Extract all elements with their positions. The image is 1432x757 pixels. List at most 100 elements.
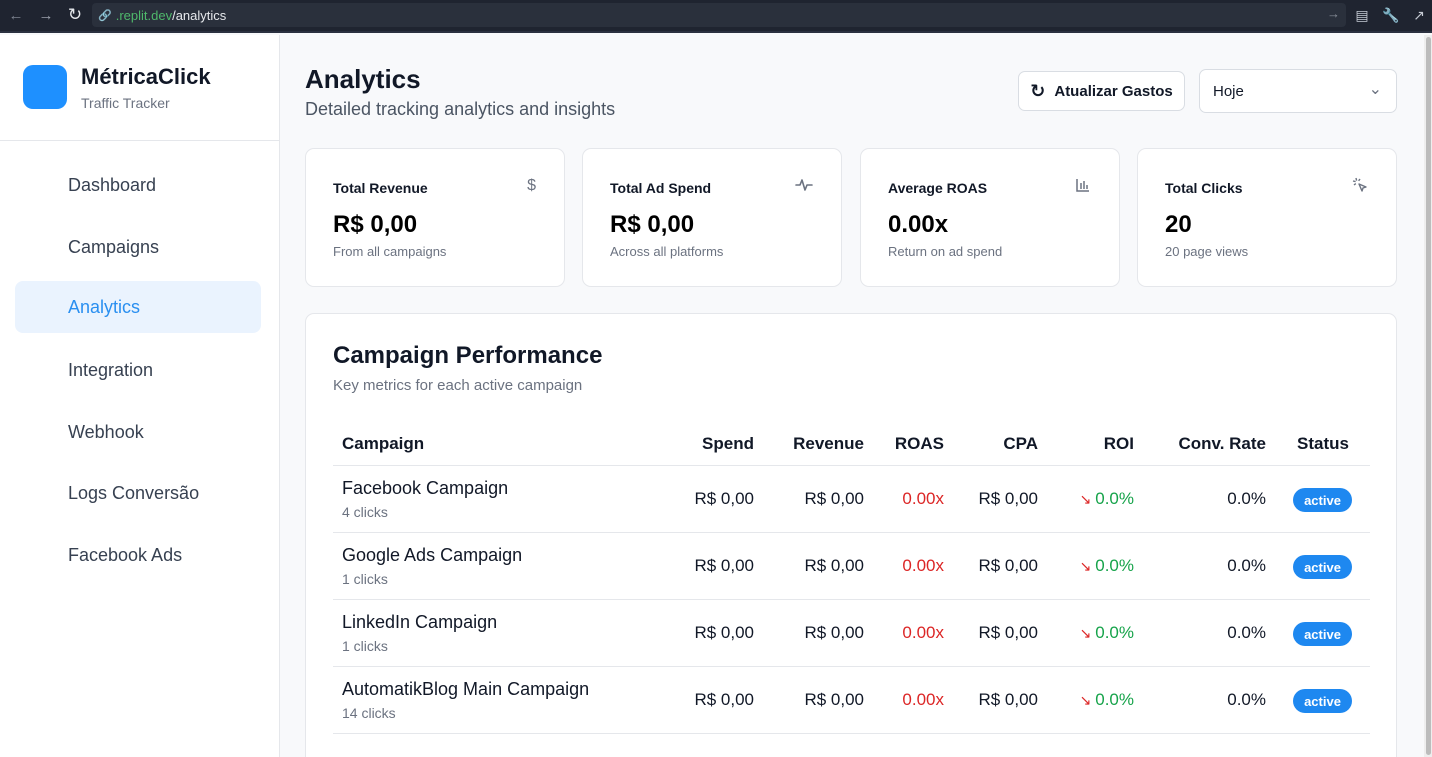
roi-cell: ↘ 0.0% xyxy=(1080,690,1134,710)
cpa-value: R$ 0,00 xyxy=(978,690,1038,709)
column-header-status: Status xyxy=(1297,434,1349,453)
roi-cell: ↘ 0.0% xyxy=(1080,489,1134,509)
table-row[interactable]: Google Ads Campaign 1 clicks R$ 0,00 R$ … xyxy=(333,533,1370,600)
campaign-name: AutomatikBlog Main Campaign xyxy=(342,679,590,699)
column-header-campaign: Campaign xyxy=(342,434,425,453)
trending-down-icon: ↘ xyxy=(1079,692,1092,708)
revenue-value: R$ 0,00 xyxy=(804,489,864,508)
trending-down-icon: ↘ xyxy=(1079,491,1092,507)
sidebar-item-campaigns[interactable]: Campaigns xyxy=(15,221,261,273)
activity-icon xyxy=(795,177,813,198)
address-bar[interactable]: 🔗 .replit.dev/analytics → xyxy=(92,3,1346,27)
table-row[interactable]: Facebook Campaign 4 clicks R$ 0,00 R$ 0,… xyxy=(333,466,1370,533)
period-select[interactable]: Hoje ⌄ xyxy=(1199,69,1397,113)
column-header-cpa: CPA xyxy=(1003,434,1038,453)
campaign-name: Facebook Campaign xyxy=(342,478,509,498)
roi-value: 0.0% xyxy=(1095,690,1134,709)
roas-value: 0.00x xyxy=(902,690,944,709)
stat-description: From all campaigns xyxy=(333,244,447,259)
scrollbar-thumb[interactable] xyxy=(1426,37,1431,755)
stat-label: Total Revenue xyxy=(333,180,428,196)
section-title: Campaign Performance xyxy=(333,342,603,369)
stat-value: 0.00x xyxy=(888,211,949,238)
bar-chart-icon xyxy=(1075,177,1091,198)
table-row[interactable]: LinkedIn Campaign 1 clicks R$ 0,00 R$ 0,… xyxy=(333,600,1370,667)
stat-label: Total Ad Spend xyxy=(610,180,712,196)
campaign-clicks: 1 clicks xyxy=(342,571,388,587)
stat-description: 20 page views xyxy=(1165,244,1249,259)
roi-value: 0.0% xyxy=(1095,489,1134,508)
period-value: Hoje xyxy=(1213,82,1244,100)
roi-value: 0.0% xyxy=(1095,556,1134,575)
refresh-spend-button[interactable]: ↻ Atualizar Gastos xyxy=(1018,71,1185,111)
brand-name: MétricaClick xyxy=(81,64,211,89)
column-header-roi: ROI xyxy=(1103,434,1134,453)
column-header-spend: Spend xyxy=(702,434,754,453)
cursor-click-icon xyxy=(1352,177,1368,198)
column-header-roas: ROAS xyxy=(894,434,944,453)
section-subtitle: Key metrics for each active campaign xyxy=(333,377,583,394)
table-row[interactable]: AutomatikBlog Main Campaign 14 clicks R$… xyxy=(333,667,1370,734)
sidebar-item-analytics[interactable]: Analytics xyxy=(15,281,261,333)
cpa-value: R$ 0,00 xyxy=(978,489,1038,508)
spend-value: R$ 0,00 xyxy=(694,556,754,575)
stat-card-roas: Average ROAS 0.00x Return on ad spend xyxy=(860,148,1120,287)
status-badge: active xyxy=(1293,488,1352,512)
spend-value: R$ 0,00 xyxy=(694,623,754,642)
stat-value: R$ 0,00 xyxy=(610,211,695,238)
link-icon: 🔗 xyxy=(98,9,112,22)
sidebar-item-dashboard[interactable]: Dashboard xyxy=(15,159,261,211)
brand-subtitle: Traffic Tracker xyxy=(81,95,170,111)
campaign-clicks: 14 clicks xyxy=(342,705,396,721)
stat-description: Return on ad spend xyxy=(888,244,1003,259)
brand-header: MétricaClick Traffic Tracker xyxy=(0,35,279,141)
column-header-conv-rate: Conv. Rate xyxy=(1178,434,1266,453)
wrench-icon[interactable]: 🔧 xyxy=(1380,4,1402,26)
dollar-icon: $ xyxy=(527,177,536,194)
conv-rate-value: 0.0% xyxy=(1227,623,1266,642)
revenue-value: R$ 0,00 xyxy=(804,690,864,709)
cpa-value: R$ 0,00 xyxy=(978,623,1038,642)
table-header: Campaign Spend Revenue ROAS CPA ROI Conv… xyxy=(333,426,1370,466)
status-badge: active xyxy=(1293,555,1352,579)
conv-rate-value: 0.0% xyxy=(1227,556,1266,575)
chevron-down-icon: ⌄ xyxy=(1368,81,1382,98)
campaign-performance-card: Campaign Performance Key metrics for eac… xyxy=(305,313,1397,757)
sidebar-item-integration[interactable]: Integration xyxy=(15,344,261,396)
url-path: /analytics xyxy=(172,7,227,23)
stat-card-revenue: Total Revenue $ R$ 0,00 From all campaig… xyxy=(305,148,565,287)
conv-rate-value: 0.0% xyxy=(1227,489,1266,508)
roi-value: 0.0% xyxy=(1095,623,1134,642)
roi-cell: ↘ 0.0% xyxy=(1080,623,1134,643)
stat-card-ad-spend: Total Ad Spend R$ 0,00 Across all platfo… xyxy=(582,148,842,287)
page-subtitle: Detailed tracking analytics and insights xyxy=(305,99,616,119)
forward-arrow-icon[interactable]: → xyxy=(33,2,59,28)
refresh-spend-label: Atualizar Gastos xyxy=(1054,82,1173,100)
revenue-value: R$ 0,00 xyxy=(804,556,864,575)
desktop-icon[interactable]: ▤ xyxy=(1351,4,1373,26)
go-arrow-icon[interactable]: → xyxy=(1327,6,1340,21)
revenue-value: R$ 0,00 xyxy=(804,623,864,642)
roas-value: 0.00x xyxy=(902,556,944,575)
sidebar-item-logs-conversao[interactable]: Logs Conversão xyxy=(15,467,261,519)
roi-cell: ↘ 0.0% xyxy=(1080,556,1134,576)
stat-description: Across all platforms xyxy=(610,244,724,259)
stat-card-clicks: Total Clicks 20 20 page views xyxy=(1137,148,1397,287)
trending-down-icon: ↘ xyxy=(1079,558,1092,574)
trending-down-icon: ↘ xyxy=(1079,625,1092,641)
campaign-clicks: 4 clicks xyxy=(342,504,388,520)
conv-rate-value: 0.0% xyxy=(1227,690,1266,709)
sidebar-item-facebook-ads[interactable]: Facebook Ads xyxy=(15,529,261,581)
campaign-name: LinkedIn Campaign xyxy=(342,612,498,632)
stat-label: Average ROAS xyxy=(888,180,988,196)
page-title: Analytics xyxy=(305,64,421,94)
roas-value: 0.00x xyxy=(902,623,944,642)
stat-value: R$ 0,00 xyxy=(333,211,418,238)
external-link-icon[interactable]: ↗ xyxy=(1408,4,1430,26)
logo xyxy=(23,65,67,109)
reload-icon[interactable]: ↻ xyxy=(62,2,88,28)
roas-value: 0.00x xyxy=(902,489,944,508)
sidebar: MétricaClick Traffic Tracker Dashboard C… xyxy=(0,35,280,757)
back-arrow-icon[interactable]: ← xyxy=(3,2,29,28)
sidebar-item-webhook[interactable]: Webhook xyxy=(15,406,261,458)
